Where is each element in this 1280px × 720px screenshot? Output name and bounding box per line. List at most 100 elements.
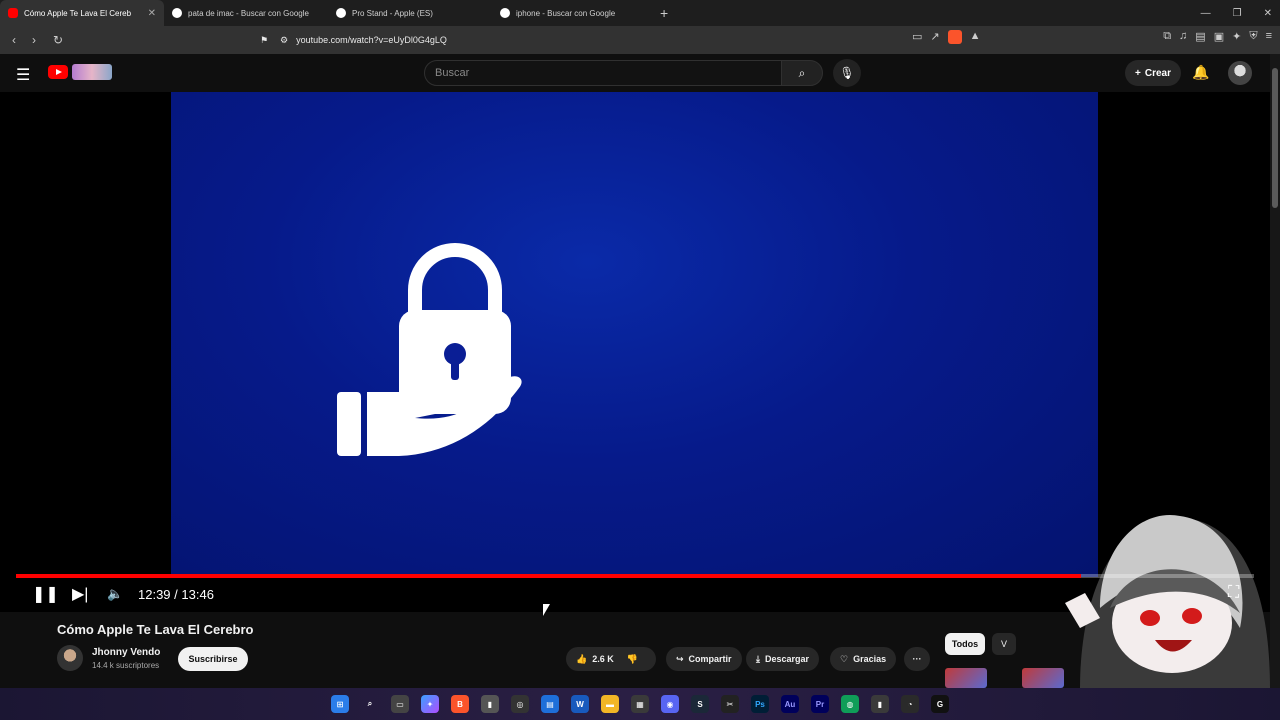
video-frame[interactable] bbox=[171, 92, 1098, 577]
sidebar-icon[interactable]: ▤ bbox=[1195, 30, 1205, 43]
current-time: 12:39 bbox=[138, 587, 171, 602]
rewards-icon[interactable]: ▲ bbox=[970, 30, 981, 44]
restore-icon[interactable]: ❐ bbox=[1233, 8, 1242, 19]
steam-icon[interactable]: S bbox=[691, 695, 709, 713]
brave-shields-icon[interactable] bbox=[947, 30, 962, 44]
app-icon[interactable]: G bbox=[931, 695, 949, 713]
create-button[interactable]: + Crear bbox=[1125, 60, 1181, 86]
capcut-icon[interactable]: ✂ bbox=[721, 695, 739, 713]
like-dislike-group: 👍 2.6 K 👎 bbox=[566, 647, 656, 671]
notepad-icon[interactable]: ▤ bbox=[541, 695, 559, 713]
tab-title: iphone - Buscar con Google bbox=[516, 8, 616, 18]
file-explorer-icon[interactable]: ▬ bbox=[601, 695, 619, 713]
pause-icon[interactable]: ❚❚ bbox=[32, 584, 59, 604]
lock-hand-icon bbox=[337, 243, 522, 456]
tab-title: pata de imac - Buscar con Google bbox=[188, 8, 309, 18]
guide-menu-icon[interactable]: ☰ bbox=[16, 65, 30, 85]
bookmark-icon[interactable]: ⚑ bbox=[260, 35, 268, 46]
voice-search-button[interactable]: 🎙 bbox=[833, 59, 861, 87]
scrollbar-thumb[interactable] bbox=[1272, 68, 1278, 208]
subscriber-count: 14.4 k suscriptores bbox=[92, 661, 160, 670]
search-button[interactable]: ⌕ bbox=[781, 60, 823, 86]
youtube-header: ☰ Buscar ⌕ 🎙 + Crear 🔔 bbox=[0, 54, 1280, 92]
notifications-bell-icon[interactable]: 🔔 bbox=[1192, 64, 1209, 81]
share-icon[interactable]: ↗ bbox=[930, 30, 939, 44]
progress-bar[interactable] bbox=[16, 574, 1254, 578]
thanks-label: Gracias bbox=[853, 654, 887, 664]
copilot-icon[interactable]: ✦ bbox=[421, 695, 439, 713]
total-time: 13:46 bbox=[181, 587, 214, 602]
tab-google-imac[interactable]: pata de imac - Buscar con Google bbox=[164, 0, 328, 26]
music-icon[interactable]: ♫ bbox=[1179, 30, 1187, 43]
close-window-icon[interactable]: ✕ bbox=[1264, 8, 1272, 19]
page-scrollbar[interactable] bbox=[1270, 54, 1280, 688]
forward-icon[interactable]: › bbox=[24, 33, 44, 47]
start-menu-icon[interactable]: ⊞ bbox=[331, 695, 349, 713]
discord-icon[interactable]: ◉ bbox=[661, 695, 679, 713]
search-icon: ⌕ bbox=[798, 66, 806, 80]
volume-icon[interactable]: 🔈 bbox=[107, 586, 123, 602]
time-separator: / bbox=[174, 587, 178, 602]
more-actions-button[interactable]: ··· bbox=[904, 647, 930, 671]
photoshop-icon[interactable]: Ps bbox=[751, 695, 769, 713]
video-title: Cómo Apple Te Lava El Cerebro bbox=[57, 622, 254, 637]
audition-icon[interactable]: Au bbox=[781, 695, 799, 713]
thanks-button[interactable]: ♡ Gracias bbox=[830, 647, 897, 671]
tab-google-iphone[interactable]: iphone - Buscar con Google bbox=[492, 0, 656, 26]
subscribe-button[interactable]: Suscribirse bbox=[178, 647, 248, 671]
store-icon[interactable]: ▦ bbox=[631, 695, 649, 713]
back-icon[interactable]: ‹ bbox=[4, 33, 24, 47]
close-tab-icon[interactable]: ✕ bbox=[148, 8, 156, 19]
window-controls: — ❐ ✕ bbox=[1201, 0, 1272, 26]
recommended-thumbnail[interactable] bbox=[1022, 668, 1064, 688]
share-label: Compartir bbox=[688, 654, 732, 664]
next-video-icon[interactable]: ▶| bbox=[72, 584, 88, 604]
screenshot-icon[interactable]: ⧉ bbox=[1163, 30, 1171, 43]
chrome-icon[interactable]: ◍ bbox=[841, 695, 859, 713]
app-icon[interactable]: ▮ bbox=[871, 695, 889, 713]
like-count[interactable]: 2.6 K bbox=[592, 654, 614, 664]
new-tab-button[interactable]: + bbox=[660, 5, 668, 21]
account-avatar[interactable] bbox=[1228, 61, 1252, 85]
address-actions: ▭ ↗ ▲ bbox=[912, 30, 981, 44]
share-button[interactable]: ↪ Compartir bbox=[666, 647, 742, 671]
dislike-icon[interactable]: 👎 bbox=[627, 654, 638, 665]
microphone-icon: 🎙 bbox=[839, 66, 855, 80]
vpn-icon[interactable]: ⛨ bbox=[1249, 30, 1257, 43]
site-info-icon[interactable]: ⚙ bbox=[280, 35, 288, 46]
fullscreen-icon[interactable]: ⛶ bbox=[1228, 584, 1239, 602]
channel-name[interactable]: Jhonny Vendo bbox=[92, 647, 160, 658]
chip-next[interactable]: V bbox=[992, 633, 1016, 655]
leo-icon[interactable]: ✦ bbox=[1232, 30, 1241, 43]
minimize-icon[interactable]: — bbox=[1201, 8, 1211, 19]
address-bar[interactable]: ⚑ ⚙ youtube.com/watch?v=eUyDl0G4gLQ bbox=[260, 30, 1000, 50]
recommended-thumbnail[interactable] bbox=[945, 668, 987, 688]
search-input[interactable]: Buscar bbox=[424, 60, 782, 86]
premiere-icon[interactable]: Pr bbox=[811, 695, 829, 713]
youtube-doodle[interactable] bbox=[72, 64, 112, 80]
thanks-heart-icon: ♡ bbox=[840, 653, 849, 664]
cast-icon[interactable]: ▭ bbox=[912, 30, 922, 44]
video-player[interactable] bbox=[0, 92, 1270, 688]
time-display: 12:39 / 13:46 bbox=[138, 587, 214, 602]
like-icon[interactable]: 👍 bbox=[576, 654, 587, 665]
tab-apple-prostand[interactable]: Pro Stand - Apple (ES) bbox=[328, 0, 492, 26]
youtube-logo-icon[interactable] bbox=[48, 65, 68, 79]
menu-icon[interactable]: ≡ bbox=[1266, 30, 1272, 43]
app-icon[interactable]: ▮ bbox=[481, 695, 499, 713]
brave-browser-icon[interactable]: B bbox=[451, 695, 469, 713]
app-icon[interactable]: ◔ bbox=[901, 695, 919, 713]
wallet-icon[interactable]: ▣ bbox=[1214, 30, 1224, 43]
chip-all[interactable]: Todos bbox=[945, 633, 985, 655]
task-view-icon[interactable]: ▭ bbox=[391, 695, 409, 713]
channel-avatar[interactable] bbox=[57, 645, 83, 671]
tab-youtube[interactable]: Cómo Apple Te Lava El Cereb ✕ bbox=[0, 0, 164, 26]
google-favicon-icon bbox=[500, 8, 510, 18]
search-taskbar-icon[interactable]: ⌕ bbox=[361, 695, 379, 713]
word-icon[interactable]: W bbox=[571, 695, 589, 713]
reload-icon[interactable]: ↻ bbox=[48, 33, 68, 47]
download-button[interactable]: ⤓ Descargar bbox=[746, 647, 820, 671]
app-icon[interactable]: ◎ bbox=[511, 695, 529, 713]
url-text: youtube.com/watch?v=eUyDl0G4gLQ bbox=[296, 35, 447, 45]
tab-title: Cómo Apple Te Lava El Cereb bbox=[24, 8, 132, 18]
